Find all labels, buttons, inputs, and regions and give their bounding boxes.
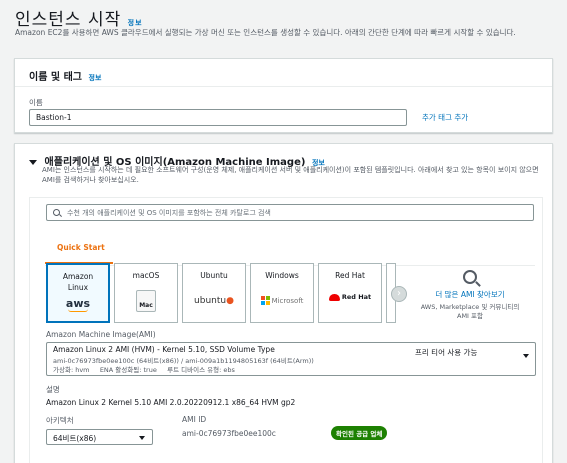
tile-redhat[interactable]: Red Hat Red Hat xyxy=(318,263,382,323)
verified-provider-badge: 확인된 공급 업체 xyxy=(331,426,388,440)
browse-more-ami[interactable]: 더 많은 AMI 찾아보기 AWS, Marketplace 및 커뮤니티의 A… xyxy=(420,266,520,321)
tile-macos[interactable]: macOS Mac xyxy=(114,263,178,323)
tile-ubuntu-label: Ubuntu xyxy=(200,271,228,280)
ami-select-meta: 가상화: hvm ENA 활성화됨: true 루트 디바이스 유형: ebs xyxy=(53,366,235,374)
collapse-caret-icon[interactable] xyxy=(29,160,37,165)
tile-windows-label: Windows xyxy=(265,271,299,280)
ami-select[interactable]: Amazon Linux 2 AMI (HVM) - Kernel 5.10, … xyxy=(46,342,536,376)
desc-label: 설명 xyxy=(46,385,60,394)
tab-quick-start[interactable]: Quick Start xyxy=(45,236,113,264)
ami-select-title: Amazon Linux 2 AMI (HVM) - Kernel 5.10, … xyxy=(53,345,275,354)
name-tags-heading: 이름 및 태그 xyxy=(29,72,82,83)
browse-more-link[interactable]: 더 많은 AMI 찾아보기 xyxy=(420,289,520,300)
arch-select-value: 64비트(x86) xyxy=(53,434,97,443)
redhat-logo-icon: Red Hat xyxy=(319,293,381,301)
arch-select-caret-icon xyxy=(139,436,145,440)
name-label: 이름 xyxy=(29,98,43,107)
tile-ubuntu[interactable]: Ubuntu ubuntu● xyxy=(182,263,246,323)
aws-logo-icon: aws xyxy=(65,297,91,312)
ami-selector-container: 수천 개의 애플리케이션 및 OS 이미지를 포함하는 전체 카탈로그 검색 Q… xyxy=(29,197,543,463)
tile-windows[interactable]: Windows Microsoft xyxy=(250,263,314,323)
name-tags-info-link[interactable]: 정보 xyxy=(89,74,102,82)
name-tags-header: 이름 및 태그 정보 xyxy=(15,59,552,87)
arch-label: 아키텍처 xyxy=(46,416,74,425)
mac-logo-icon: Mac xyxy=(136,290,156,312)
name-input[interactable]: Bastion-1 xyxy=(29,109,407,126)
tile-amazon-linux-label: Amazon Linux xyxy=(62,272,94,292)
free-tier-label: 프리 티어 사용 가능 xyxy=(415,348,478,357)
page-description: Amazon EC2를 사용하면 AWS 클라우드에서 실행되는 가상 머신 또… xyxy=(15,28,516,37)
page-info-link[interactable]: 정보 xyxy=(128,19,143,27)
browse-search-icon xyxy=(463,270,481,287)
desc-value: Amazon Linux 2 Kernel 5.10 AMI 2.0.20220… xyxy=(46,398,296,407)
amiid-value: ami-0c76973fbe0ee100c xyxy=(182,429,276,438)
amiid-label: AMI ID xyxy=(182,415,207,424)
name-tags-panel: 이름 및 태그 정보 이름 Bastion-1 추가 태그 추가 xyxy=(14,58,553,133)
arch-select[interactable]: 64비트(x86) xyxy=(46,429,153,445)
browse-more-sub: AWS, Marketplace 및 커뮤니티의 AMI 포함 xyxy=(420,303,520,320)
ami-description: AMI는 인스턴스를 시작하는 데 필요한 소프트웨어 구성(운영 체제, 애플… xyxy=(42,166,539,184)
ami-panel: 애플리케이션 및 OS 이미지(Amazon Machine Image) 정보… xyxy=(14,143,553,463)
add-tags-link[interactable]: 추가 태그 추가 xyxy=(422,112,468,123)
search-icon-handle xyxy=(59,214,62,218)
microsoft-logo-icon: Microsoft xyxy=(251,296,313,305)
ami-select-caret-icon xyxy=(523,354,529,358)
tile-amazon-linux[interactable]: Amazon Linux aws xyxy=(46,263,110,323)
tiles-next-button[interactable]: › xyxy=(391,286,407,302)
search-placeholder: 수천 개의 애플리케이션 및 OS 이미지를 포함하는 전체 카탈로그 검색 xyxy=(67,209,271,217)
ami-label: Amazon Machine Image(AMI) xyxy=(46,330,156,339)
tile-macos-label: macOS xyxy=(132,271,160,280)
tile-redhat-label: Red Hat xyxy=(335,271,365,280)
ami-search-input[interactable]: 수천 개의 애플리케이션 및 OS 이미지를 포함하는 전체 카탈로그 검색 xyxy=(46,204,534,221)
ubuntu-logo-icon: ubuntu● xyxy=(194,296,234,306)
